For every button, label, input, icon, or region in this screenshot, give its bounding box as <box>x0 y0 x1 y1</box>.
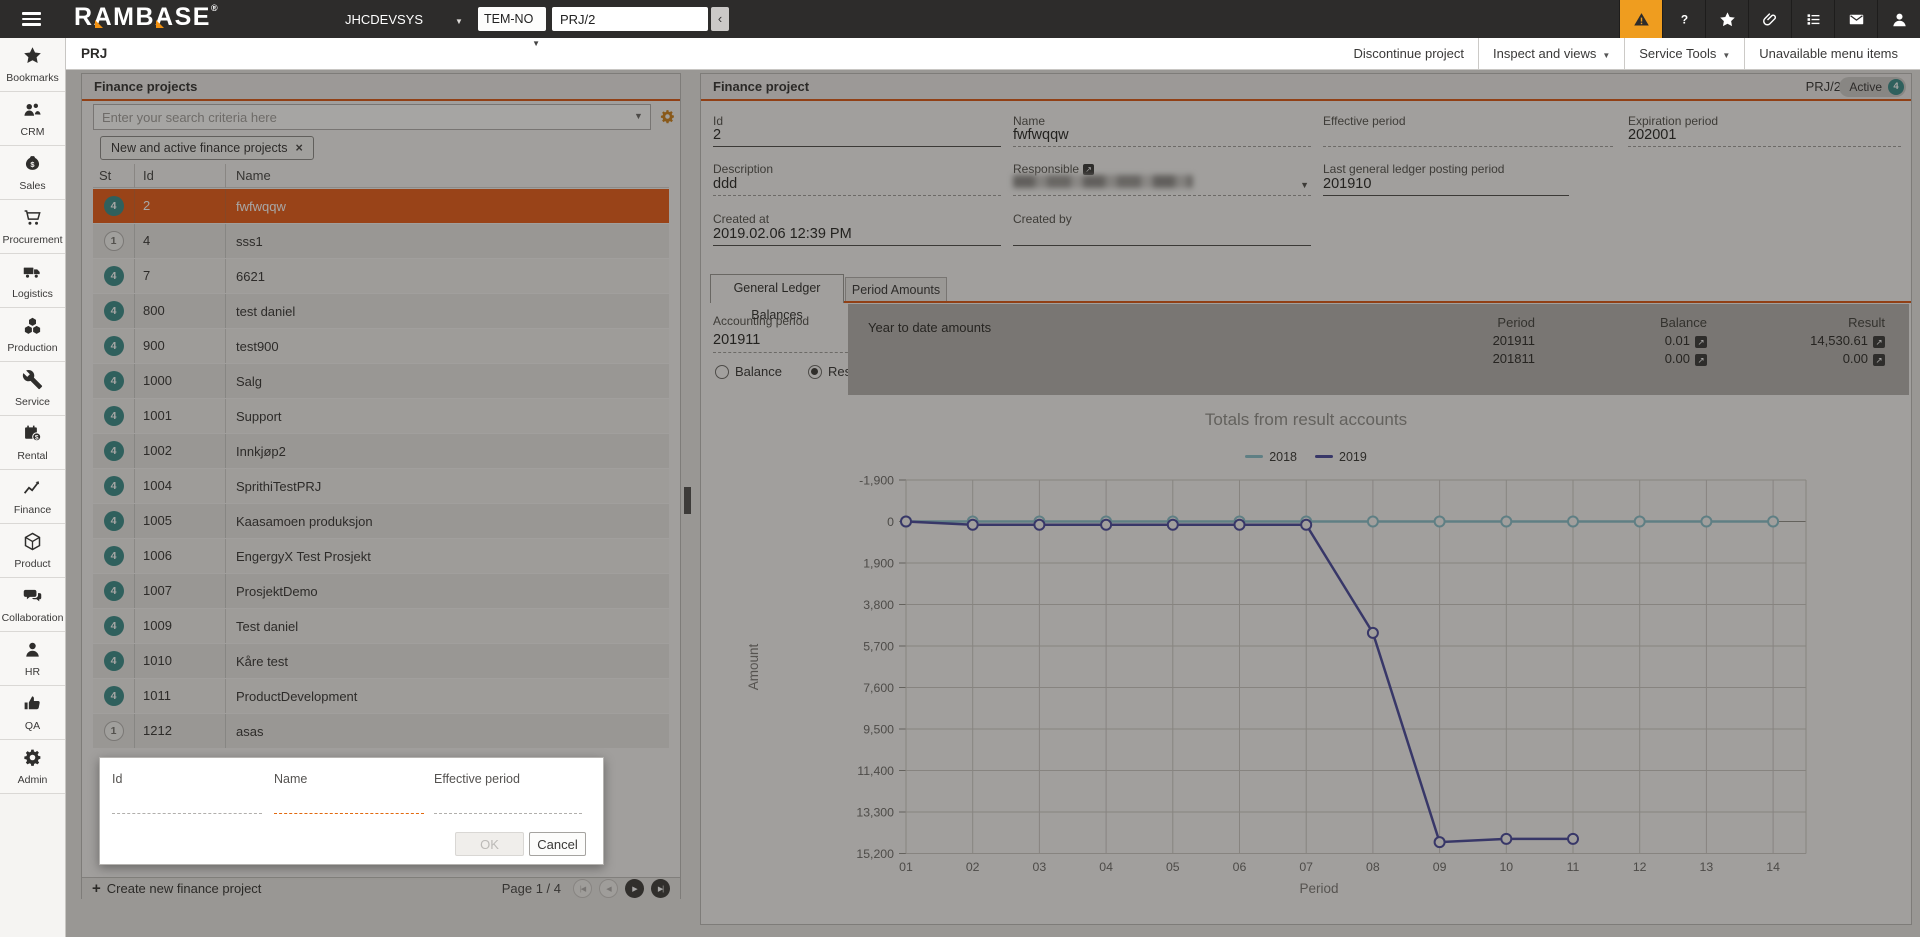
finance-icon <box>22 485 43 502</box>
top-bar: RAMBASE® JHCDEVSYS▼ TEM-NO▼ ‹ ? <box>0 0 1920 38</box>
sidebar-item-admin[interactable]: Admin <box>0 740 65 794</box>
menubar-action-discontinue-project[interactable]: Discontinue project <box>1339 38 1478 69</box>
service-icon <box>22 377 43 394</box>
sidebar-item-sales[interactable]: $Sales <box>0 146 65 200</box>
sidebar-item-production[interactable]: Production <box>0 308 65 362</box>
product-icon <box>22 539 43 556</box>
logistics-icon <box>22 269 43 286</box>
topbar-icon-strip: ? <box>1619 0 1920 38</box>
rambase-app: RAMBASE® JHCDEVSYS▼ TEM-NO▼ ‹ ? PRJ Disc… <box>0 0 1920 937</box>
sidebar-item-logistics[interactable]: Logistics <box>0 254 65 308</box>
chevron-down-icon: ▼ <box>1722 51 1730 60</box>
sidebar-item-service[interactable]: Service <box>0 362 65 416</box>
user-icon[interactable] <box>1877 0 1920 38</box>
menubar-action-service-tools[interactable]: Service Tools▼ <box>1624 38 1744 69</box>
menubar-actions: Discontinue projectInspect and views▼Ser… <box>1339 38 1912 69</box>
sidebar: BookmarksCRM$SalesProcurementLogisticsPr… <box>0 38 66 937</box>
bookmarks-icon <box>22 53 43 70</box>
sidebar-item-rental[interactable]: $Rental <box>0 416 65 470</box>
main-area: Finance projects ▼ New and active financ… <box>66 70 1920 937</box>
sidebar-item-hr[interactable]: HR <box>0 632 65 686</box>
menubar-action-inspect-and-views[interactable]: Inspect and views▼ <box>1478 38 1624 69</box>
admin-icon <box>22 755 43 772</box>
sidebar-item-product[interactable]: Product <box>0 524 65 578</box>
modal-field-id[interactable]: Id <box>112 770 262 814</box>
sidebar-item-crm[interactable]: CRM <box>0 92 65 146</box>
chevron-down-icon: ▼ <box>532 32 540 56</box>
mail-icon[interactable] <box>1834 0 1877 38</box>
menu-bar: PRJ Discontinue projectInspect and views… <box>0 38 1920 70</box>
attachment-icon[interactable] <box>1748 0 1791 38</box>
hr-icon <box>22 647 43 664</box>
search-back-button[interactable]: ‹ <box>711 7 729 31</box>
favorites-icon[interactable] <box>1705 0 1748 38</box>
system-switcher[interactable]: JHCDEVSYS▼ <box>345 12 463 27</box>
production-icon <box>22 323 43 340</box>
global-search-input[interactable] <box>552 7 708 31</box>
sidebar-item-collaboration[interactable]: Collaboration <box>0 578 65 632</box>
sidebar-item-finance[interactable]: Finance <box>0 470 65 524</box>
svg-text:$: $ <box>35 434 39 441</box>
help-icon[interactable]: ? <box>1662 0 1705 38</box>
qa-icon <box>22 701 43 718</box>
chevron-down-icon: ▼ <box>455 17 463 26</box>
hamburger-menu-icon[interactable] <box>22 12 41 26</box>
locale-select[interactable]: TEM-NO▼ <box>478 7 546 31</box>
sidebar-item-bookmarks[interactable]: Bookmarks <box>0 38 65 92</box>
menubar-action-unavailable-menu-items[interactable]: Unavailable menu items <box>1744 38 1912 69</box>
collaboration-icon <box>22 593 43 610</box>
svg-text:?: ? <box>1680 12 1687 26</box>
modal-field-effective-period[interactable]: Effective period <box>434 770 582 814</box>
modal-field-name[interactable]: Name <box>274 770 424 814</box>
ok-button[interactable]: OK <box>455 832 524 856</box>
sidebar-item-qa[interactable]: QA <box>0 686 65 740</box>
tasks-icon[interactable] <box>1791 0 1834 38</box>
sales-icon: $ <box>22 161 43 178</box>
chevron-down-icon: ▼ <box>1602 51 1610 60</box>
rambase-logo: RAMBASE® <box>74 3 218 32</box>
create-project-modal: Id Name Effective period OK Cancel <box>99 757 604 865</box>
page-title: PRJ <box>81 38 107 69</box>
rambase-logo-text: RAMBASE® <box>74 3 218 31</box>
alert-icon[interactable] <box>1619 0 1662 38</box>
rental-icon: $ <box>22 431 43 448</box>
procurement-icon <box>22 215 43 232</box>
sidebar-item-procurement[interactable]: Procurement <box>0 200 65 254</box>
cancel-button[interactable]: Cancel <box>529 832 586 856</box>
crm-icon <box>22 107 43 124</box>
